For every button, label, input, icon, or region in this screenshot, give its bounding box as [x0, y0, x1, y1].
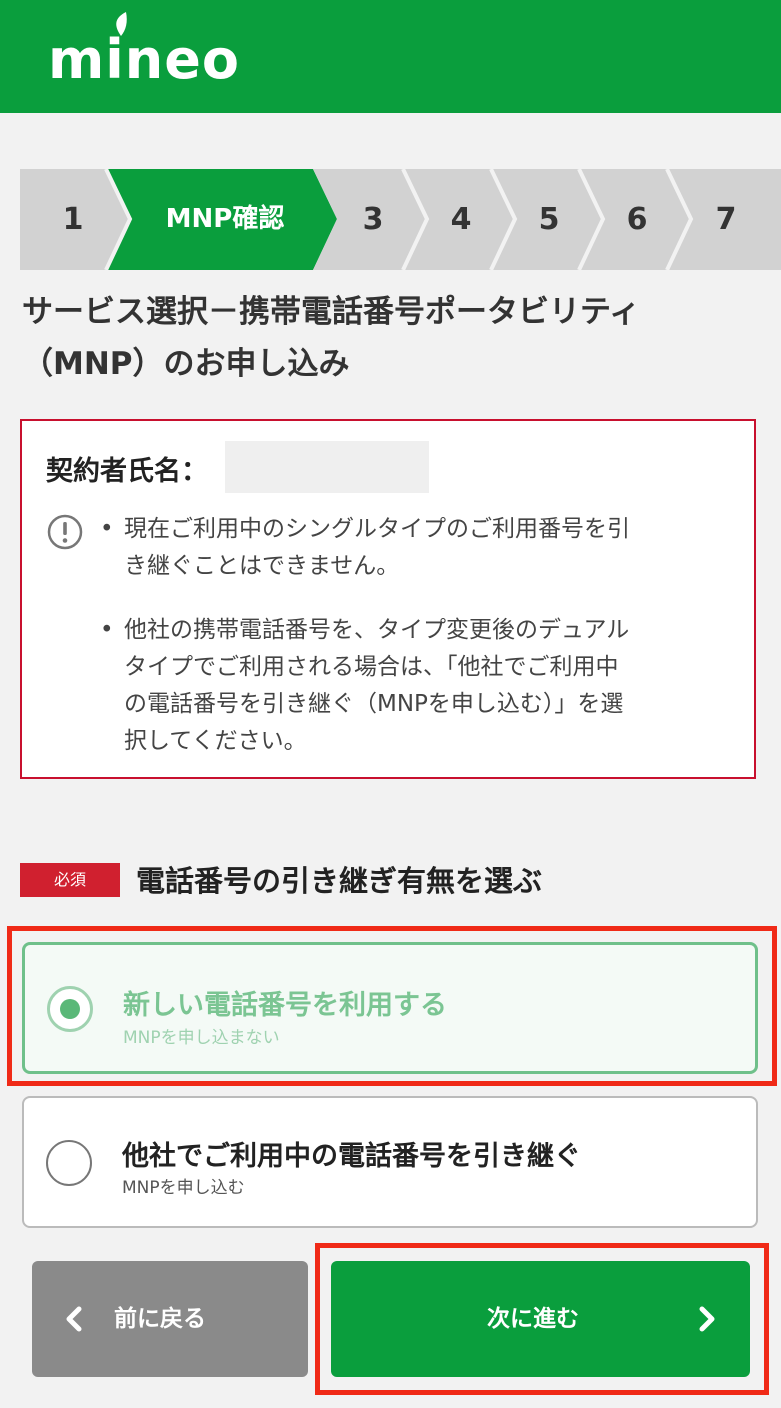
- notice-item-1: 現在ご利用中のシングルタイプのご利用番号を引 き継ぐことはできません。: [124, 511, 734, 585]
- back-button[interactable]: 前に戻る: [32, 1261, 308, 1377]
- notice-item-2-line-4: 択してください。: [124, 728, 307, 754]
- notice-item-1-line-1: 現在ご利用中のシングルタイプのご利用番号を引: [124, 516, 630, 542]
- step-4-label: 4: [450, 202, 472, 237]
- option-keep-number[interactable]: 他社でご利用中の電話番号を引き継ぐ MNPを申し込む: [22, 1096, 758, 1228]
- section-title: 電話番号の引き継ぎ有無を選ぶ: [136, 864, 543, 898]
- chevron-right-icon: [699, 1306, 715, 1332]
- radio-button-unselected[interactable]: [46, 1140, 92, 1186]
- step-7-label: 7: [715, 202, 737, 237]
- notice-item-2-line-1: 他社の携帯電話番号を、タイプ変更後のデュアル: [124, 617, 630, 643]
- page-title: サービス選択－携帯電話番号ポータビリティ （MNP）のお申し込み: [22, 286, 762, 390]
- exclamation-circle-icon: [47, 514, 83, 550]
- option-new-number-sublabel: MNPを申し込まない: [123, 1028, 280, 1048]
- option-new-number[interactable]: 新しい電話番号を利用する MNPを申し込まない: [22, 942, 758, 1074]
- app-header: mineo: [0, 0, 781, 113]
- chevron-left-icon: [66, 1306, 82, 1332]
- progress-stepper: 1 MNP確認 3 4 5 6 7: [20, 169, 781, 270]
- notice-item-2-line-3: の電話番号を引き継ぐ（MNPを申し込む）」を選: [124, 691, 624, 717]
- option-new-number-label: 新しい電話番号を利用する: [123, 990, 447, 1021]
- notice-item-2: 他社の携帯電話番号を、タイプ変更後のデュアル タイプでご利用される場合は、「他社…: [124, 612, 734, 760]
- notice-item-2-line-2: タイプでご利用される場合は、「他社でご利用中: [124, 654, 619, 680]
- next-button-label: 次に進む: [487, 1306, 579, 1332]
- step-5-label: 5: [538, 202, 560, 237]
- back-button-label: 前に戻る: [114, 1306, 206, 1332]
- notice-item-1-line-2: き継ぐことはできません。: [124, 553, 400, 579]
- step-3-label: 3: [362, 202, 384, 237]
- mineo-logo[interactable]: mineo: [48, 30, 240, 90]
- contract-name-value: [225, 441, 429, 493]
- next-button[interactable]: 次に進む: [331, 1261, 750, 1377]
- bullet-mark: •: [100, 617, 114, 643]
- step-1-label: 1: [62, 202, 84, 237]
- required-badge: 必須: [20, 863, 120, 897]
- step-6-label: 6: [626, 202, 648, 237]
- step-2-label: MNP確認: [165, 204, 285, 234]
- page-title-line-1: サービス選択－携帯電話番号ポータビリティ: [22, 294, 641, 330]
- radio-dot: [60, 999, 80, 1019]
- contract-name-label: 契約者氏名：: [46, 456, 208, 487]
- page-title-line-2: （MNP）のお申し込み: [22, 346, 350, 382]
- option-keep-number-sublabel: MNPを申し込む: [122, 1178, 245, 1198]
- bullet-mark: •: [100, 516, 114, 542]
- option-keep-number-label: 他社でご利用中の電話番号を引き継ぐ: [122, 1141, 581, 1172]
- logo-leaf-icon: [116, 12, 127, 36]
- radio-button-selected[interactable]: [47, 986, 93, 1032]
- notice-box: 契約者氏名： • 現在ご利用中のシングルタイプのご利用番号を引 き継ぐことはでき…: [20, 419, 756, 779]
